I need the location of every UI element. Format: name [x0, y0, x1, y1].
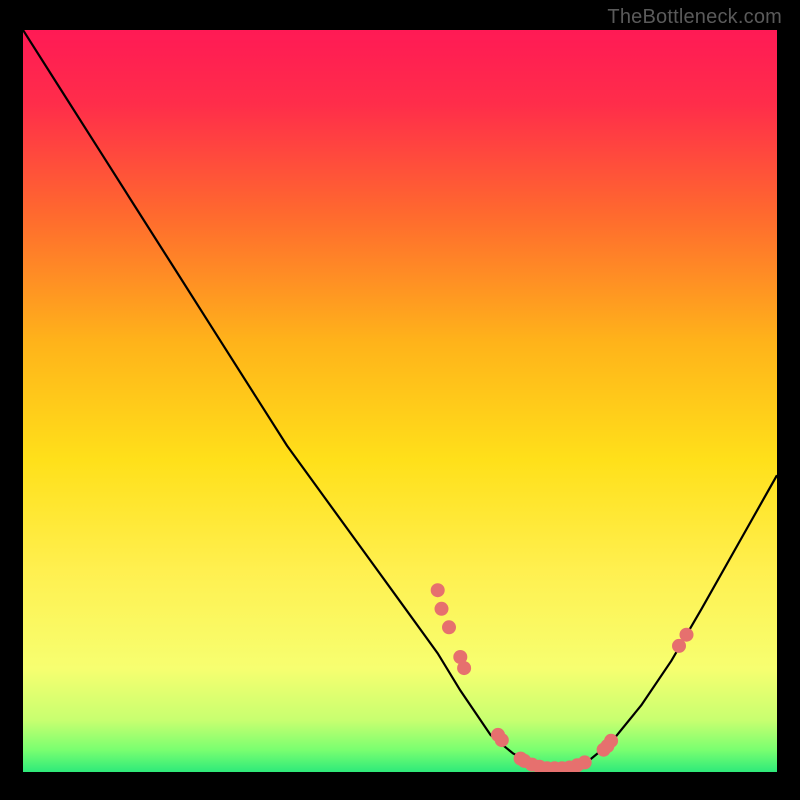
highlight-dot	[680, 628, 694, 642]
chart-svg	[23, 30, 777, 772]
highlight-dot	[604, 734, 618, 748]
highlight-dot	[442, 620, 456, 634]
highlight-dot	[457, 661, 471, 675]
highlight-dot	[431, 583, 445, 597]
chart-plot-area	[23, 30, 777, 772]
gradient-background	[23, 30, 777, 772]
highlight-dot	[495, 733, 509, 747]
watermark-text: TheBottleneck.com	[607, 6, 782, 29]
highlight-dot	[435, 602, 449, 616]
highlight-dot	[578, 755, 592, 769]
